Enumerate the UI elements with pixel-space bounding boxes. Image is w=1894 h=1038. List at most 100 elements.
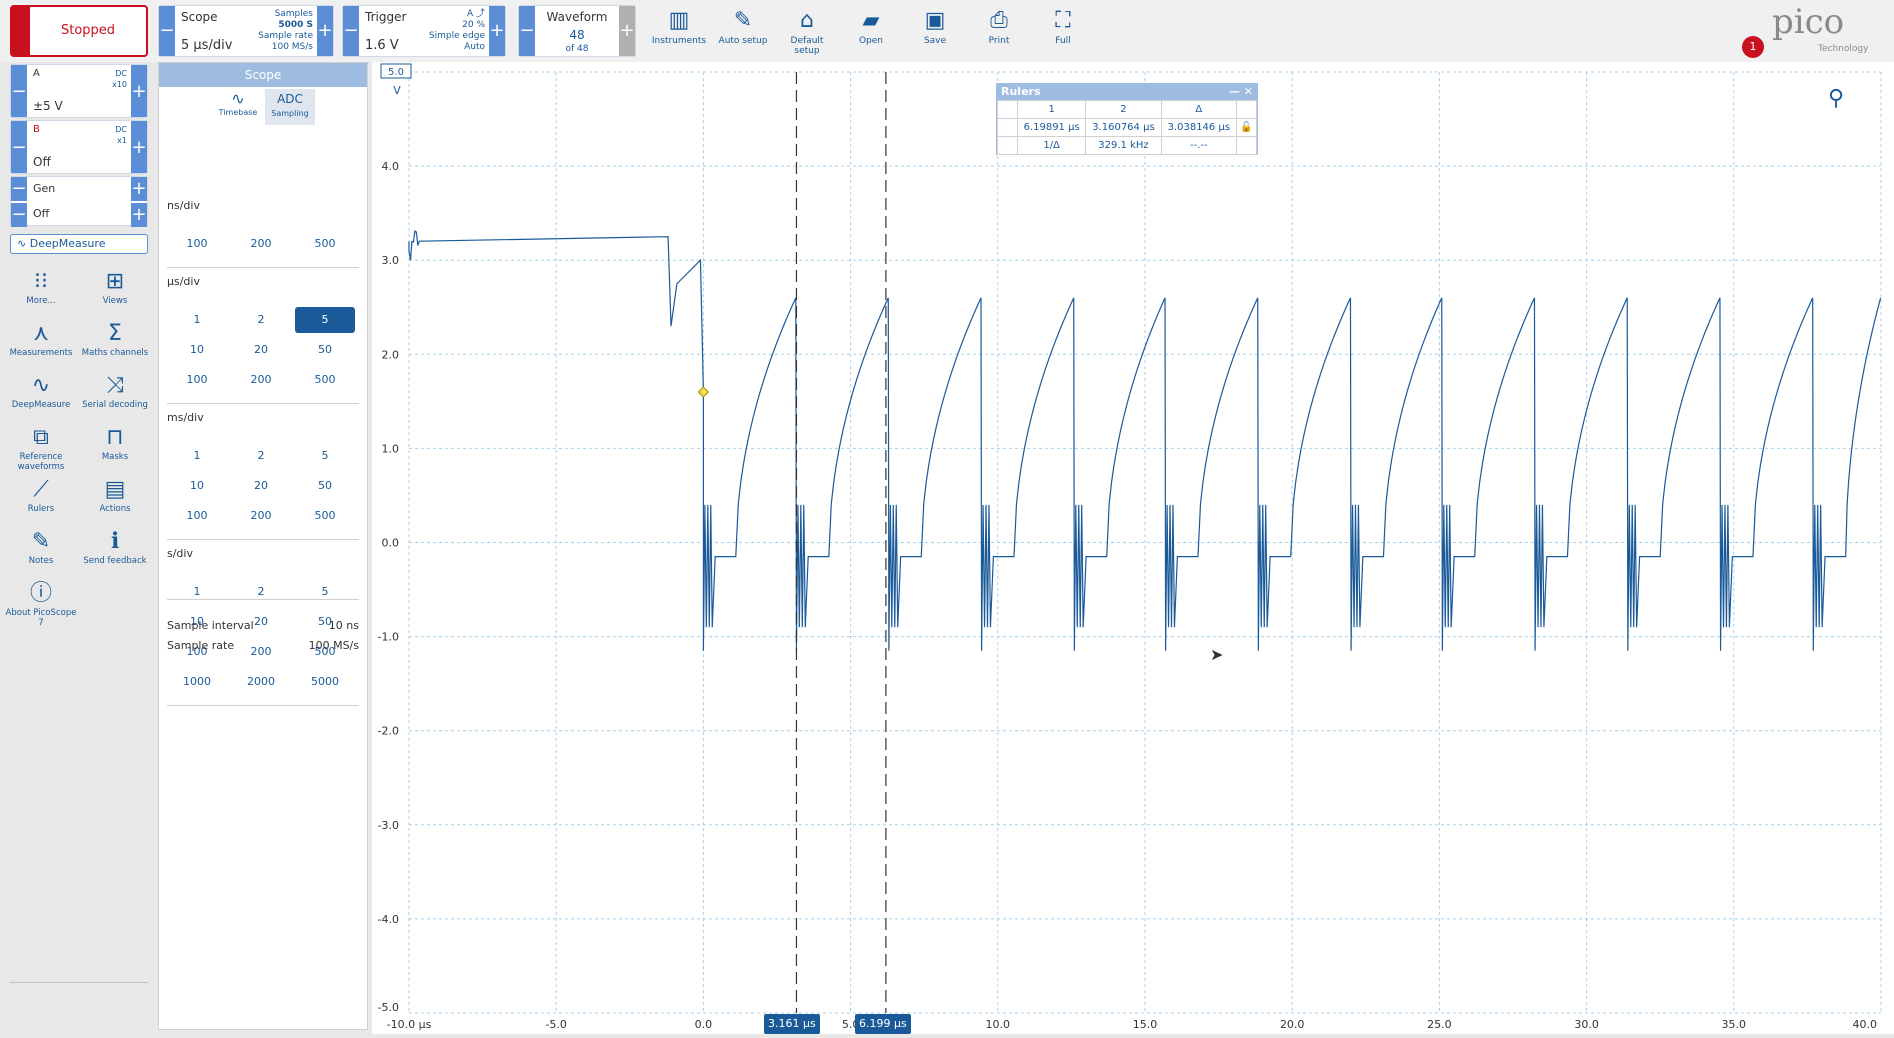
timebase-option[interactable]: 1 [167,579,227,605]
save-button[interactable]: ▣ Save [905,6,965,56]
timebase-option[interactable]: 500 [295,367,355,393]
masks-button[interactable]: ⊓ Masks [78,424,152,462]
panel-title: Scope [159,63,367,87]
close-icon[interactable]: — ✕ [1229,84,1257,100]
timebase-option[interactable]: 2 [231,307,291,333]
timebase-option[interactable]: 1 [167,443,227,469]
timebase-option[interactable]: 20 [231,337,291,363]
notes-button[interactable]: ✎ Notes [4,528,78,566]
channel-b-decrease-button[interactable]: − [11,121,27,173]
timebase-option[interactable]: 5 [295,443,355,469]
timebase-option[interactable]: 10 [167,473,227,499]
channel-a-decrease-button[interactable]: − [11,65,27,117]
rulers-button[interactable]: ⟋ Rulers [4,476,78,514]
channel-a-increase-button[interactable]: + [131,65,147,117]
timebase-option[interactable]: 50 [295,337,355,363]
deepmeasure-side-button[interactable]: ∿ DeepMeasure [4,372,78,410]
gen-off-decrease-button[interactable]: − [11,203,27,227]
channel-b-increase-button[interactable]: + [131,121,147,173]
x-tick-label: 30.0 [1574,1018,1599,1031]
gen-decrease-button[interactable]: − [11,177,27,201]
timebase-option[interactable]: 5 [295,307,355,333]
trigger-level-value[interactable]: 1.6 V [365,38,399,53]
mask-icon: ⊓ [78,424,152,452]
open-button[interactable]: ▰ Open [841,6,901,56]
notification-badge[interactable]: 1 [1742,36,1764,58]
channel-b-control: − B DC x1 Off + [10,120,148,174]
timebase-option[interactable]: 2 [231,579,291,605]
timebase-option[interactable]: 200 [231,367,291,393]
save-icon: ▣ [905,6,965,36]
y-tick-label: 0.0 [382,537,400,550]
waveform-prev-button[interactable]: − [519,6,535,56]
timebase-option[interactable]: 200 [231,503,291,529]
trigger-decrease-button[interactable]: − [343,6,359,56]
tab-sampling[interactable]: ADC Sampling [265,89,315,125]
timebase-option[interactable]: 5 [295,579,355,605]
channel-b-range[interactable]: Off [33,155,51,169]
x-tick-label: -10.0 µs [387,1018,432,1031]
trigger-increase-button[interactable]: + [489,6,505,56]
full-screen-button[interactable]: ⛶ Full [1033,6,1093,56]
gen-increase-button[interactable]: + [131,177,147,201]
lock-icon[interactable]: 🔓 [1237,119,1257,137]
trigger-group: − Trigger A ⤴ 20 % Simple edge Auto 1.6 V + [342,5,506,57]
timebase-decrease-button[interactable]: − [159,6,175,56]
waveform-chart[interactable]: 5.0 4.0 3.0 2.0 1.0 0.0 -1.0 -2.0 -3.0 -4.0 -5.0 V -… [372,62,1894,1034]
more-button[interactable]: ⁝⁝ More... [4,268,78,306]
timebase-option[interactable]: 200 [231,231,291,257]
rulers-window[interactable]: Rulers — ✕ 12Δ 6.19891 µs 3.160764 µs 3.038… [996,83,1258,155]
timebase-option[interactable]: 500 [295,231,355,257]
channel-a-range[interactable]: ±5 V [33,99,63,113]
ruler-2-label[interactable]: 6.199 µs [855,1014,911,1034]
fullscreen-icon: ⛶ [1033,6,1093,36]
timebase-value[interactable]: 5 µs/div [181,38,232,53]
timebase-option[interactable]: 100 [167,503,227,529]
timebase-option[interactable]: 50 [295,473,355,499]
scope-view[interactable]: 5.0 4.0 3.0 2.0 1.0 0.0 -1.0 -2.0 -3.0 -4.0 -5.0 V -… [372,62,1894,1034]
views-button[interactable]: ⊞ Views [78,268,152,306]
timebase-group-title: µs/div [167,275,200,288]
rulers-table: 12Δ 6.19891 µs 3.160764 µs 3.038146 µs 🔓 1/… [997,100,1257,155]
maths-channels-button[interactable]: Σ Maths channels [78,320,152,358]
reference-waveforms-button[interactable]: ⧉ Reference waveforms [4,424,78,472]
timebase-option[interactable]: 2000 [231,669,291,695]
pico-logo-sub: Technology [1818,44,1868,54]
timebase-increase-button[interactable]: + [317,6,333,56]
instruments-button[interactable]: ▥ Instruments [649,6,709,56]
timebase-option[interactable]: 500 [295,503,355,529]
print-icon: ⎙ [969,6,1029,36]
auto-setup-button[interactable]: ✎ Auto setup [713,6,773,56]
serial-decoding-button[interactable]: ⤨ Serial decoding [78,372,152,410]
gen-state[interactable]: Off [33,207,49,220]
timebase-option[interactable]: 100 [167,367,227,393]
ruler-1-label[interactable]: 3.161 µs [764,1014,820,1034]
timebase-option[interactable]: 100 [167,231,227,257]
sample-rate-label: Sample rate [167,639,234,652]
timebase-option[interactable]: 10 [167,337,227,363]
timebase-option[interactable]: 200 [231,639,291,665]
timebase-option[interactable]: 2 [231,443,291,469]
actions-button[interactable]: ▤ Actions [78,476,152,514]
timebase-option[interactable]: 20 [231,473,291,499]
timebase-option[interactable]: 1 [167,307,227,333]
print-button[interactable]: ⎙ Print [969,6,1029,56]
y-tick-label: 2.0 [382,348,400,361]
y-tick-label: -1.0 [378,631,399,644]
tab-timebase[interactable]: ∿ Timebase [213,89,263,125]
send-feedback-button[interactable]: ℹ Send feedback [78,528,152,566]
sample-interval-label: Sample interval [167,619,254,632]
run-stop-button[interactable]: Stopped [10,5,148,57]
timebase-option[interactable]: 5000 [295,669,355,695]
measurements-button[interactable]: ⋏ Measurements [4,320,78,358]
waveform-next-button[interactable]: + [619,6,635,56]
scope-title: Scope [181,10,218,24]
waveform-count: of 48 [539,44,615,54]
timebase-group-title: ns/div [167,199,200,212]
gen-off-increase-button[interactable]: + [131,203,147,227]
timebase-option[interactable]: 1000 [167,669,227,695]
zoom-icon[interactable]: ⚲ [1828,86,1844,111]
about-button[interactable]: ⓘ About PicoScope 7 [4,580,78,628]
default-setup-button[interactable]: ⌂ Default setup [777,6,837,56]
deepmeasure-button[interactable]: ∿ DeepMeasure [10,234,148,254]
